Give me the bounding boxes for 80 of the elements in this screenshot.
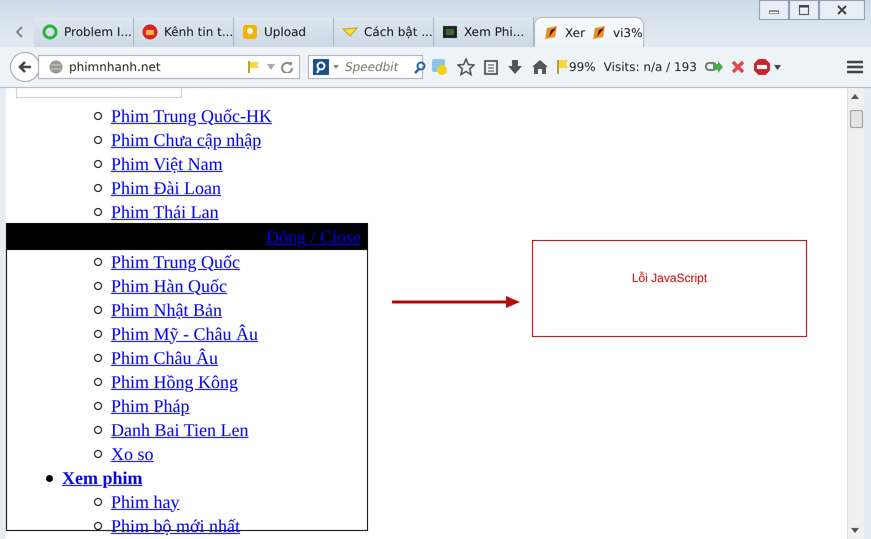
menu-link[interactable]: Phim hay — [111, 492, 180, 512]
bullet-icon — [94, 354, 102, 362]
badge-icon — [142, 24, 158, 40]
menu-link[interactable]: Phim Đài Loan — [111, 178, 221, 198]
bullet-icon — [94, 112, 102, 120]
bullet-icon — [94, 402, 102, 410]
menu-link[interactable]: Phim Trung Quốc — [111, 252, 240, 272]
search-field[interactable]: Speedbit — [308, 55, 423, 79]
scroll-up-icon[interactable] — [851, 94, 859, 99]
menu-link[interactable]: Phim Mỹ - Châu Âu — [111, 324, 258, 344]
menu-link[interactable]: Xo so — [111, 444, 154, 464]
maximize-icon — [799, 5, 809, 15]
bulb-icon — [242, 24, 258, 40]
menu-link[interactable]: Phim Pháp — [111, 396, 190, 416]
rating-text: 99% — [569, 60, 596, 74]
error-message: Lỗi JavaScript — [632, 271, 708, 287]
search-input[interactable]: Speedbit — [343, 59, 409, 75]
dropdown-icon — [333, 65, 339, 69]
browser-tab[interactable]: Problem I... — [34, 17, 134, 47]
search-icon[interactable] — [413, 60, 426, 74]
bullet-icon — [94, 330, 102, 338]
bullet-icon — [46, 474, 53, 482]
bullet-icon — [94, 184, 102, 192]
globe-icon — [49, 60, 63, 74]
menu-link[interactable]: Xem phim — [62, 468, 142, 488]
browser-tab[interactable]: Xem Phi... — [434, 17, 534, 47]
fox-icon — [591, 24, 607, 40]
clipboard-icon[interactable] — [483, 59, 499, 75]
browser-tab[interactable]: Upload — [234, 17, 334, 47]
bullet-icon — [94, 160, 102, 168]
back-button[interactable] — [10, 52, 40, 82]
reload-icon[interactable] — [281, 61, 293, 73]
maximize-button[interactable] — [789, 0, 819, 20]
dropdown-icon — [267, 64, 275, 70]
home-icon[interactable] — [531, 59, 549, 75]
address-bar[interactable]: phimnhanh.net — [38, 55, 300, 79]
menu-link[interactable]: Phim Thái Lan — [111, 202, 219, 222]
visits-counter: Visits: n/a / 193 — [604, 60, 697, 74]
bullet-icon — [94, 378, 102, 386]
flag-icon — [247, 60, 261, 74]
cross-icon[interactable] — [730, 60, 745, 74]
bullet-icon — [94, 306, 102, 314]
close-button[interactable] — [819, 0, 865, 20]
browser-tab[interactable]: Cách bật ... — [334, 17, 434, 47]
adblock-button[interactable] — [752, 58, 781, 76]
download-icon[interactable] — [507, 59, 523, 75]
menu-link[interactable]: Phim Việt Nam — [111, 154, 223, 174]
menu-link[interactable]: Phim Hàn Quốc — [111, 276, 227, 296]
minimize-button[interactable] — [759, 0, 789, 20]
menu-icon[interactable] — [847, 60, 863, 74]
star-icon[interactable] — [457, 58, 475, 76]
scroll-thumb[interactable] — [850, 110, 863, 128]
bullet-icon — [94, 498, 102, 506]
bullet-icon — [94, 208, 102, 216]
menu-link[interactable]: Phim Hồng Kông — [111, 372, 238, 392]
flag-icon — [557, 59, 569, 75]
bullet-icon — [94, 450, 102, 458]
browser-tab[interactable]: Xer vi3% — [534, 17, 644, 47]
back-arrow-icon — [18, 61, 32, 73]
bullet-icon — [94, 282, 102, 290]
menu-link[interactable]: Phim Nhật Bản — [111, 300, 222, 320]
tab-scroll-left-icon[interactable] — [15, 26, 23, 38]
scroll-down-icon[interactable] — [851, 528, 859, 533]
film-icon — [442, 24, 458, 40]
browser-tab[interactable]: Kênh tin t... — [134, 17, 234, 47]
close-icon — [837, 5, 847, 15]
bullet-icon — [94, 136, 102, 144]
menu-link[interactable]: Danh Bai Tien Len — [111, 420, 248, 440]
dropdown-icon — [774, 64, 781, 70]
ring-icon — [42, 24, 58, 40]
fox-icon — [543, 24, 559, 40]
bullet-icon — [94, 426, 102, 434]
stop-sign-icon — [752, 58, 771, 76]
search-engine-icon[interactable] — [313, 59, 329, 75]
menu-link[interactable]: Phim Châu Âu — [111, 348, 218, 368]
menu-link[interactable]: Phim Chưa cập nhập — [111, 130, 262, 150]
link-arrow-icon[interactable] — [704, 60, 723, 74]
bullet-icon — [94, 258, 102, 266]
scrollbar[interactable] — [847, 88, 864, 539]
menu-link[interactable]: Phim Trung Quốc-HK — [111, 106, 272, 126]
